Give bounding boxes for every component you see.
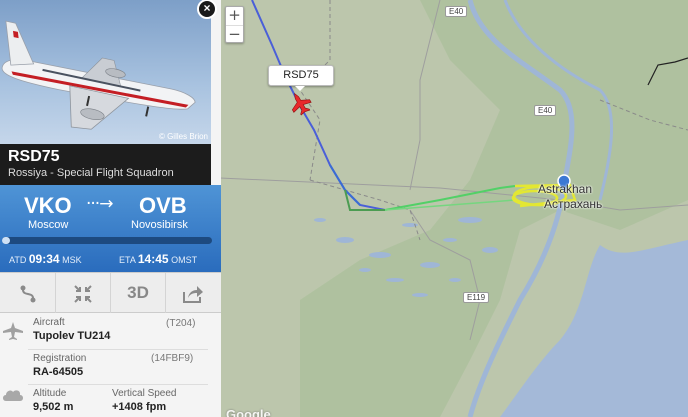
aircraft-code: (T204) <box>166 318 196 329</box>
destination-code: OVB <box>139 193 187 218</box>
flight-progress-fill <box>2 237 11 244</box>
route-icon[interactable] <box>0 273 55 313</box>
road-shield-e40-north: E40 <box>445 6 468 17</box>
destination-city: Novosibirsk <box>131 219 188 231</box>
eta-time: 14:45 <box>137 252 169 266</box>
view-3d-button[interactable]: 3D <box>110 273 165 313</box>
registration-value: RA-64505 <box>33 366 84 378</box>
route-section: VKO Moscow ···→ OVB Novosibirsk ATD 09:3… <box>0 185 221 272</box>
road-shield-e119: E119 <box>463 292 490 303</box>
registration-label: Registration <box>33 353 87 364</box>
airline-name: Rossiya - Special Flight Squadron <box>8 167 174 179</box>
divider <box>28 384 208 385</box>
city-label-astrakhan: Astrakhan <box>538 182 593 196</box>
aircraft-photo-image <box>1 20 196 130</box>
origin-city: Moscow <box>28 219 69 231</box>
flight-callsign: RSD75 <box>8 148 60 165</box>
cloud-icon <box>0 386 25 409</box>
aircraft-photo[interactable]: © Gilles Brion <box>0 0 211 144</box>
collapse-icon[interactable] <box>55 273 110 313</box>
flight-progress-bar <box>2 237 212 244</box>
registration-code: (14FBF9) <box>151 353 194 364</box>
panel-toolbar: 3D <box>0 272 221 313</box>
google-watermark: Google <box>226 407 271 417</box>
photo-credit[interactable]: © Gilles Brion <box>159 132 208 141</box>
close-button[interactable]: × <box>197 0 217 19</box>
vertical-speed-label: Vertical Speed <box>112 388 177 399</box>
aircraft-type-icon <box>0 321 25 346</box>
aircraft-row: Aircraft Tupolev TU214 <box>33 317 110 342</box>
altitude-label: Altitude <box>33 388 67 399</box>
city-label-astrakhan-cyrillic: Астрахань <box>544 197 603 211</box>
zoom-control: + − <box>225 6 244 43</box>
origin-code: VKO <box>24 193 72 218</box>
flight-details: Aircraft Tupolev TU214 (T204) Registrati… <box>0 313 221 417</box>
panel-edge <box>211 0 221 185</box>
registration-row: Registration RA-64505 <box>33 353 86 378</box>
altitude-value: 9,502 m <box>33 401 74 413</box>
zoom-in-button[interactable]: + <box>226 7 243 25</box>
atd-zone: MSK <box>62 255 82 265</box>
route-arrow-icon: ···→ <box>86 194 113 214</box>
flight-info-panel: © Gilles Brion × RSD75 Rossiya - Special… <box>0 0 221 417</box>
aircraft-label: Aircraft <box>33 317 65 328</box>
atd-label: ATD <box>9 255 27 265</box>
eta-label: ETA <box>119 255 136 265</box>
divider <box>28 349 208 350</box>
vertical-speed-row: Vertical Speed +1408 fpm <box>112 388 177 413</box>
zoom-out-button[interactable]: − <box>226 25 243 43</box>
altitude-row: Altitude 9,502 m <box>33 388 73 413</box>
share-icon[interactable] <box>165 273 220 313</box>
vertical-speed-value: +1408 fpm <box>112 401 167 413</box>
atd-block: ATD 09:34 MSK <box>9 252 82 266</box>
flight-map-label[interactable]: RSD75 <box>268 65 334 91</box>
eta-zone: OMST <box>171 255 198 265</box>
aircraft-value: Tupolev TU214 <box>33 330 111 342</box>
atd-time: 09:34 <box>28 252 60 266</box>
flight-header: RSD75 Rossiya - Special Flight Squadron <box>0 144 211 185</box>
road-shield-e40-east: E40 <box>534 105 557 116</box>
eta-block: ETA 14:45 OMST <box>119 252 197 266</box>
